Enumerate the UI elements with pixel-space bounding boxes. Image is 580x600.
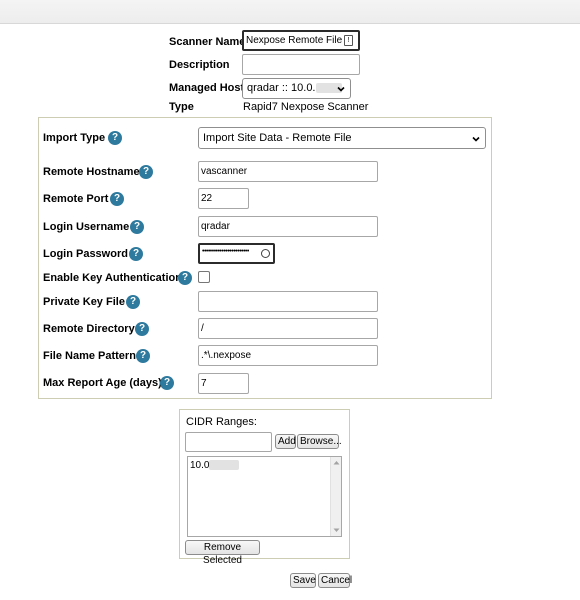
help-icon[interactable]: ? [136, 349, 150, 363]
cidr-input[interactable] [185, 432, 272, 452]
help-icon[interactable]: ? [135, 322, 149, 336]
max-report-age-field[interactable]: 7 [198, 373, 249, 394]
remote-port-field[interactable]: 22 [198, 188, 249, 209]
help-icon[interactable]: ? [108, 131, 122, 145]
description-label: Description [169, 59, 230, 71]
managed-host-select[interactable]: qradar :: 10.0. [242, 78, 351, 99]
description-field[interactable] [242, 54, 360, 75]
enable-key-auth-label: Enable Key Authentication [43, 272, 182, 284]
type-value: Rapid7 Nexpose Scanner [243, 101, 369, 113]
enable-key-auth-checkbox[interactable] [198, 271, 210, 283]
managed-host-label: Managed Host [169, 82, 245, 94]
help-icon[interactable]: ? [139, 165, 153, 179]
login-password-label: Login Password [43, 248, 128, 260]
cidr-ranges-title: CIDR Ranges: [186, 416, 257, 428]
cidr-list[interactable]: 10.0 [187, 456, 342, 537]
password-key-icon[interactable] [261, 249, 270, 258]
add-button[interactable]: Add [275, 434, 296, 449]
scanner-name-value: Nexpose Remote File [246, 35, 343, 46]
cancel-button[interactable]: Cancel [318, 573, 352, 588]
list-scrollbar[interactable] [330, 457, 341, 536]
private-key-file-label: Private Key File [43, 296, 125, 308]
max-report-age-label: Max Report Age (days) [43, 377, 162, 389]
list-item[interactable]: 10.0 [190, 460, 240, 471]
cidr-item-value: 10.0 [190, 460, 210, 471]
file-name-pattern-field[interactable]: .*\.nexpose [198, 345, 378, 366]
login-password-value: •••••••••••••••••••••••• [202, 248, 249, 255]
remote-hostname-label: Remote Hostname [43, 166, 140, 178]
remote-port-label: Remote Port [43, 193, 109, 205]
help-icon[interactable]: ? [178, 271, 192, 285]
type-label: Type [169, 101, 194, 113]
remove-selected-button[interactable]: Remove Selected [185, 540, 260, 566]
login-username-field[interactable]: qradar [198, 216, 378, 237]
remote-directory-label: Remote Directory [43, 323, 135, 335]
redacted-ip-block [209, 460, 240, 471]
private-key-file-field[interactable] [198, 291, 378, 312]
browser-top-bar [0, 0, 580, 24]
chevron-down-icon [472, 136, 480, 142]
login-password-field[interactable]: •••••••••••••••••••••••• [198, 243, 275, 264]
login-username-label: Login Username [43, 221, 130, 233]
import-type-label: Import Type [43, 132, 106, 144]
save-button[interactable]: Save [290, 573, 316, 588]
chevron-down-icon [337, 86, 345, 92]
remote-hostname-field[interactable]: vascanner [198, 161, 378, 182]
field-autofill-icon[interactable]: ! [344, 35, 353, 46]
scroll-down-icon[interactable] [333, 528, 340, 533]
scroll-up-icon[interactable] [333, 460, 340, 465]
help-icon[interactable]: ? [130, 220, 144, 234]
managed-host-value: qradar :: 10.0. [247, 82, 316, 94]
import-type-value: Import Site Data - Remote File [203, 132, 352, 144]
help-icon[interactable]: ? [129, 247, 143, 261]
help-icon[interactable]: ? [126, 295, 140, 309]
help-icon[interactable]: ? [160, 376, 174, 390]
scanner-name-label: Scanner Name [169, 36, 246, 48]
scanner-name-field[interactable]: Nexpose Remote File ! [242, 30, 360, 51]
remote-directory-field[interactable]: / [198, 318, 378, 339]
browse-button[interactable]: Browse... [297, 434, 342, 449]
import-type-select[interactable]: Import Site Data - Remote File [198, 127, 486, 149]
file-name-pattern-label: File Name Pattern [43, 350, 136, 362]
help-icon[interactable]: ? [110, 192, 124, 206]
